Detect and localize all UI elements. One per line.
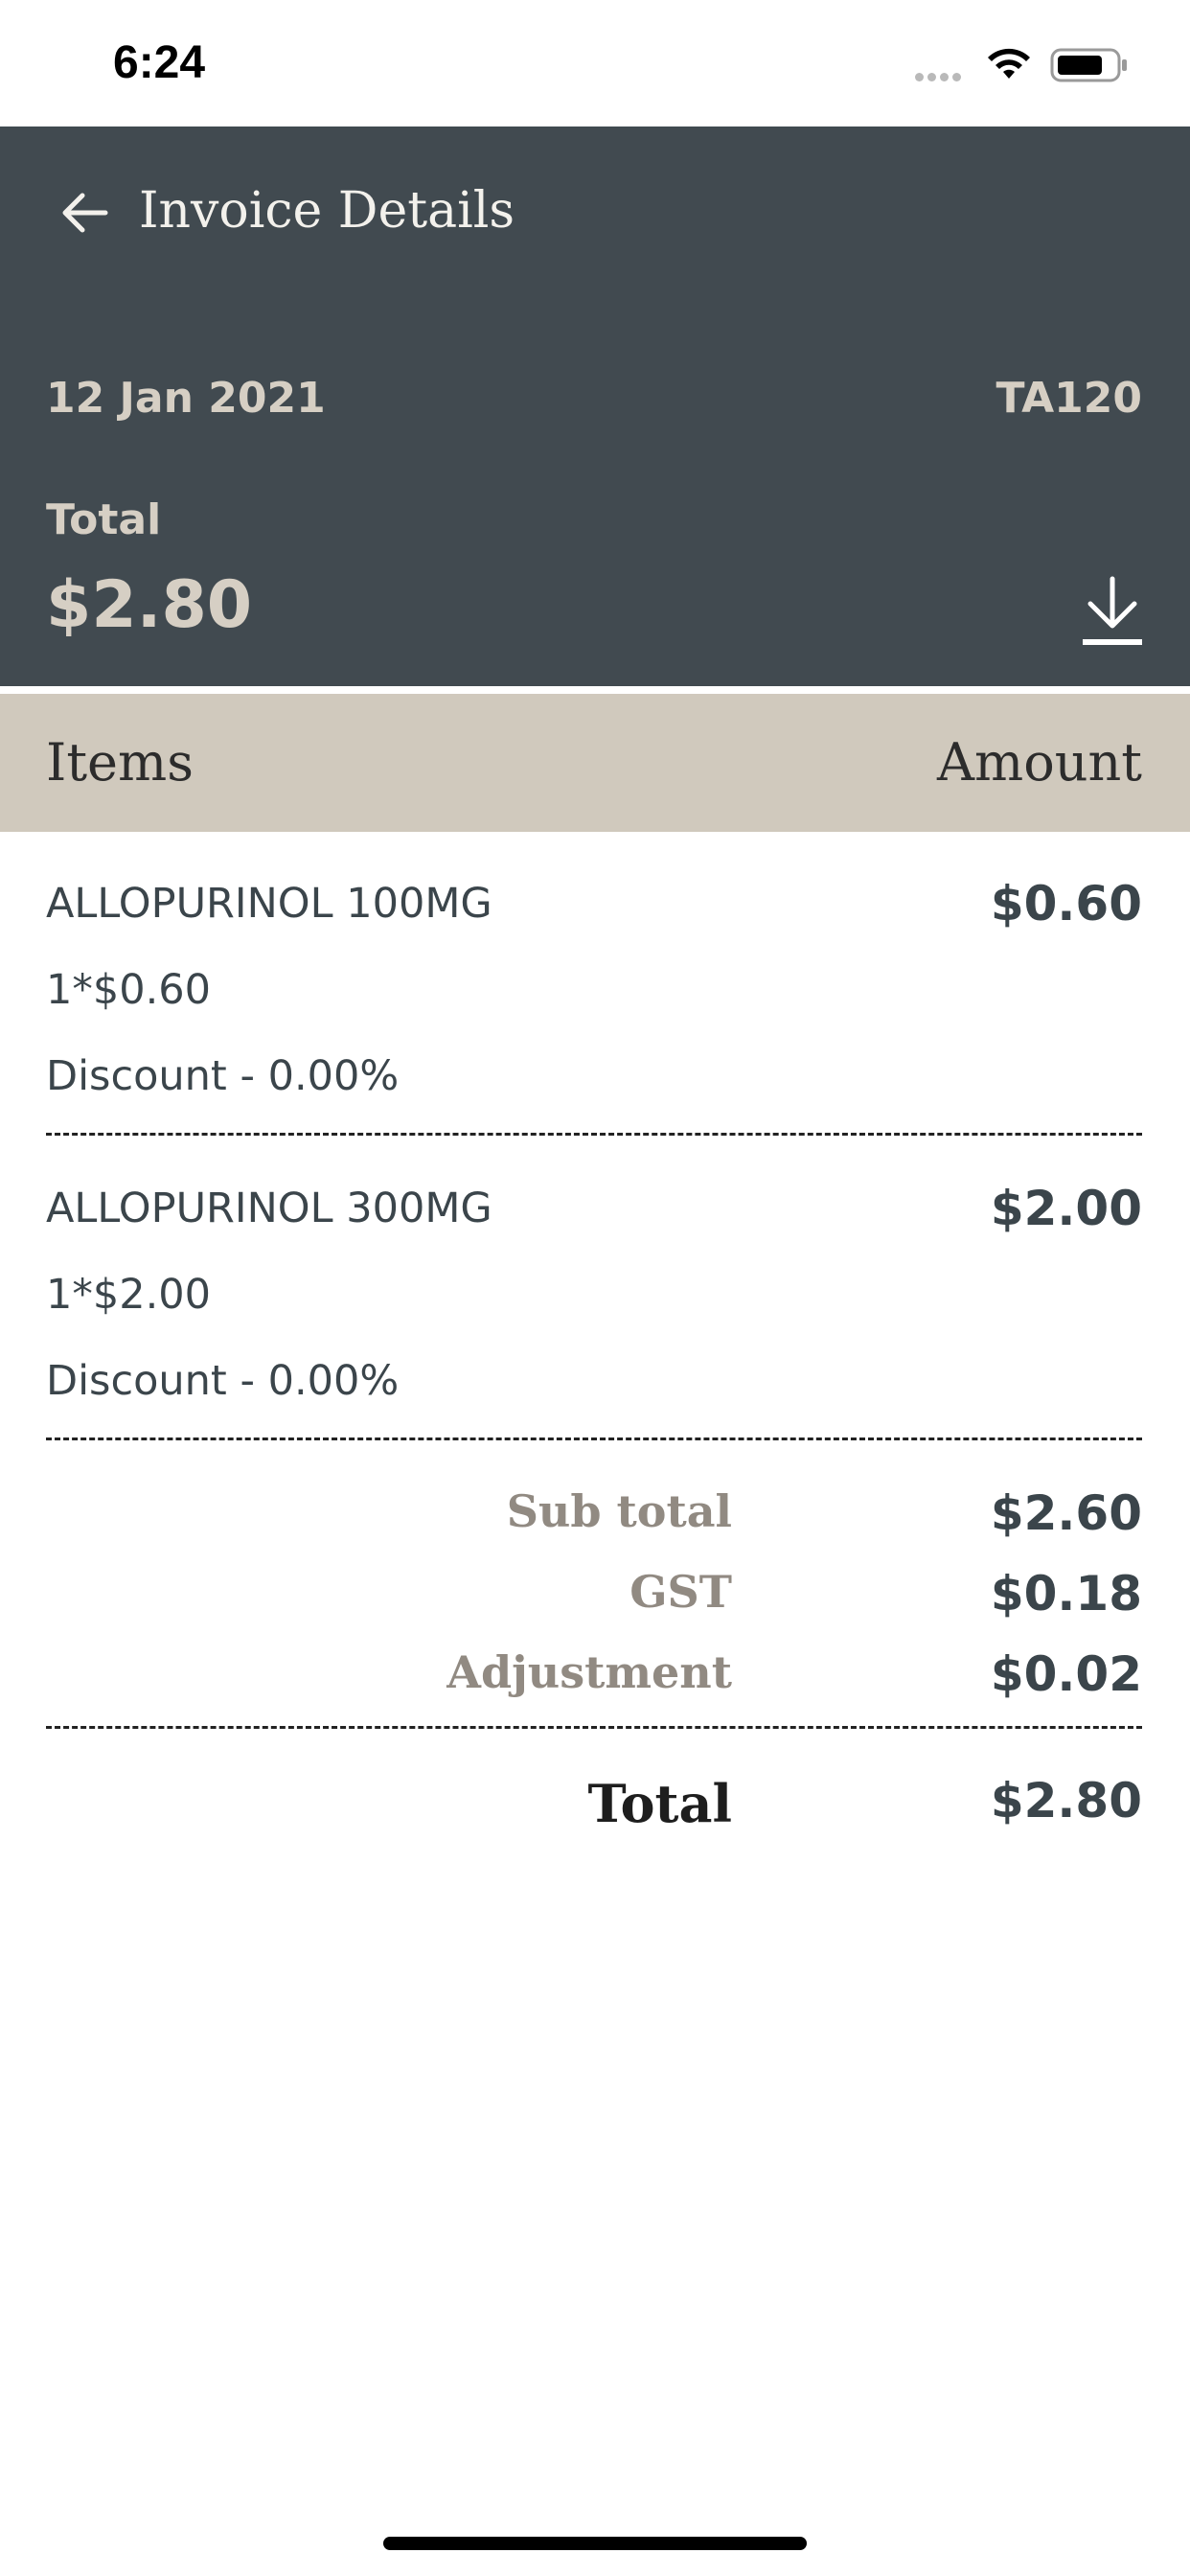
grand-total-value: $2.80 bbox=[990, 1773, 1142, 1828]
column-amount-label: Amount bbox=[937, 732, 1142, 793]
cellular-signal-icon bbox=[915, 69, 965, 86]
item-discount: Discount - 0.00% bbox=[46, 1357, 400, 1405]
invoice-date: 12 Jan 2021 bbox=[46, 374, 326, 423]
item-amount: $0.60 bbox=[990, 876, 1142, 932]
grand-total-label: Total bbox=[587, 1773, 732, 1834]
subtotal-label: Sub total bbox=[506, 1485, 732, 1537]
divider bbox=[46, 1133, 1142, 1136]
gst-value: $0.18 bbox=[990, 1566, 1142, 1622]
subtotal-value: $2.60 bbox=[990, 1485, 1142, 1541]
divider bbox=[46, 1438, 1142, 1440]
item-discount: Discount - 0.00% bbox=[46, 1052, 400, 1100]
gst-label: GST bbox=[629, 1566, 732, 1618]
status-bar: 6:24 bbox=[0, 0, 1190, 126]
download-icon[interactable] bbox=[1079, 575, 1146, 648]
arrow-left-icon[interactable] bbox=[57, 190, 111, 236]
adjustment-row: Adjustment $0.02 bbox=[46, 1646, 1142, 1714]
grand-total-row: Total $2.80 bbox=[46, 1773, 1142, 1840]
invoice-number: TA120 bbox=[995, 374, 1143, 423]
subtotal-row: Sub total $2.60 bbox=[46, 1485, 1142, 1552]
line-item: ALLOPURINOL 300MG $2.00 1*$2.00 Discount… bbox=[46, 1181, 1142, 1489]
adjustment-value: $0.02 bbox=[990, 1646, 1142, 1702]
gst-row: GST $0.18 bbox=[46, 1566, 1142, 1633]
status-time: 6:24 bbox=[113, 37, 206, 88]
header-total-label: Total bbox=[46, 495, 162, 544]
battery-icon bbox=[1050, 48, 1127, 82]
divider bbox=[46, 1726, 1142, 1729]
item-quantity-price: 1*$2.00 bbox=[46, 1271, 211, 1319]
item-amount: $2.00 bbox=[990, 1181, 1142, 1236]
invoice-header: Invoice Details 12 Jan 2021 TA120 Total … bbox=[0, 126, 1190, 686]
item-name: ALLOPURINOL 100MG bbox=[46, 880, 492, 928]
page-title: Invoice Details bbox=[139, 182, 515, 240]
adjustment-label: Adjustment bbox=[446, 1646, 732, 1698]
home-indicator[interactable] bbox=[383, 2537, 807, 2550]
column-items-label: Items bbox=[46, 732, 194, 793]
item-quantity-price: 1*$0.60 bbox=[46, 966, 211, 1014]
column-header: Items Amount bbox=[0, 694, 1190, 832]
line-item: ALLOPURINOL 100MG $0.60 1*$0.60 Discount… bbox=[46, 876, 1142, 1184]
item-name: ALLOPURINOL 300MG bbox=[46, 1184, 492, 1232]
wifi-icon bbox=[988, 48, 1030, 79]
header-total-value: $2.80 bbox=[46, 567, 253, 643]
